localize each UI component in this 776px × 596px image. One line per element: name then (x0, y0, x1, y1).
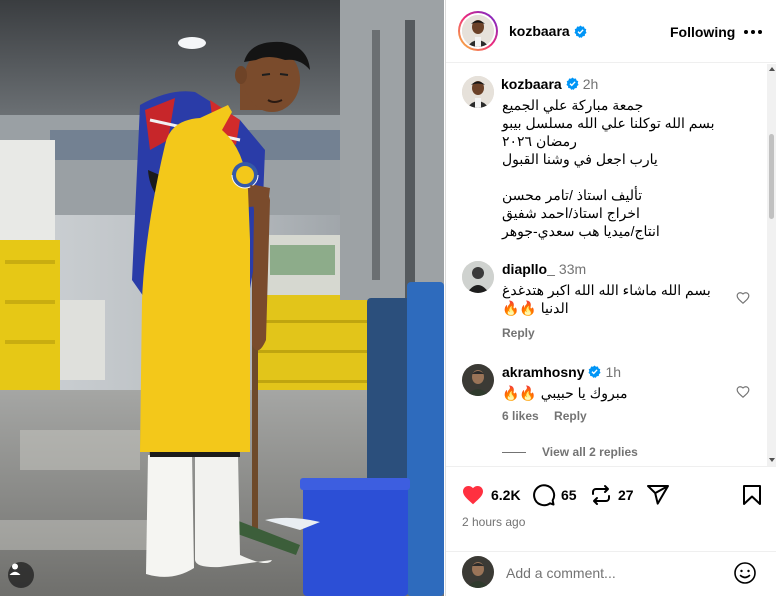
comment-actions: Reply (502, 326, 547, 340)
comment-time[interactable]: 1h (605, 364, 621, 380)
reply-button[interactable]: Reply (554, 409, 587, 423)
comment-actions: 6 likes Reply (502, 409, 599, 423)
comments-scroll-area[interactable]: kozbaara 2h جمعة مباركة علي الجميع بسم ال… (446, 64, 776, 466)
comment-time[interactable]: 33m (559, 261, 586, 277)
post-header: kozbaara Following (446, 0, 776, 63)
caption-line (502, 168, 752, 186)
comments-scrollbar[interactable] (767, 64, 776, 466)
scroll-up-arrow-icon[interactable] (769, 67, 775, 71)
reposts-count[interactable]: 27 (618, 487, 634, 503)
caption-line: تأليف استاذ /تامر محسن (502, 187, 643, 203)
comment-line: الدنيا 🔥🔥 (502, 300, 569, 316)
add-comment-input[interactable] (506, 563, 726, 583)
comment-line: بسم الله ماشاء الله الله اكبر هتدغدغ (502, 282, 711, 298)
scroll-down-arrow-icon[interactable] (769, 458, 775, 462)
caption-time[interactable]: 2h (583, 76, 599, 92)
author-username[interactable]: kozbaara (509, 23, 570, 39)
repost-icon[interactable] (589, 483, 613, 507)
caption-line: يارب اجعل في وشنا القبول (502, 151, 658, 167)
commenter-username[interactable]: akramhosny (502, 364, 584, 380)
caption-line: رمضان ٢٠٢٦ (502, 133, 577, 149)
viewer-avatar (462, 556, 494, 588)
comment-text: بسم الله ماشاء الله الله اكبر هتدغدغ الد… (502, 281, 732, 317)
post-photo-illustration (0, 0, 444, 596)
likes-count[interactable]: 6.2K (491, 487, 521, 503)
emoji-icon[interactable] (733, 561, 757, 585)
verified-icon (566, 77, 579, 90)
verified-icon (574, 24, 587, 38)
post-photo[interactable] (0, 0, 444, 596)
replies-divider (502, 451, 526, 453)
add-comment-bar (446, 551, 776, 596)
more-icon[interactable] (744, 30, 762, 34)
commenter-avatar[interactable] (462, 364, 494, 396)
comment-line: مبروك يا حبيبي 🔥🔥 (502, 385, 628, 401)
view-replies-label[interactable]: View all 2 replies (542, 445, 638, 459)
comment-text: مبروك يا حبيبي 🔥🔥 (502, 384, 732, 402)
user-tag-icon[interactable] (8, 562, 34, 588)
caption-line: انتاج/ميديا هب سعدي-جوهر (502, 223, 660, 239)
scrollbar-thumb[interactable] (769, 134, 774, 219)
caption-line: جمعة مباركة علي الجميع (502, 97, 644, 113)
comment-icon[interactable] (532, 483, 556, 507)
commenter-avatar[interactable] (462, 261, 494, 293)
caption-line: بسم الله توكلنا علي الله مسلسل بيبو (502, 115, 715, 131)
verified-icon (588, 365, 602, 378)
comments-count[interactable]: 65 (561, 487, 577, 503)
heart-icon[interactable] (461, 483, 485, 507)
bookmark-icon[interactable] (740, 483, 764, 507)
commenter-username[interactable]: diapllo_ (502, 261, 555, 277)
author-avatar-story-ring[interactable] (458, 11, 498, 51)
heart-icon[interactable] (736, 291, 750, 305)
caption-text: جمعة مباركة علي الجميع بسم الله توكلنا ع… (502, 96, 752, 240)
comment-likes-count[interactable]: 6 likes (502, 409, 539, 423)
share-icon[interactable] (646, 483, 670, 507)
heart-icon[interactable] (736, 385, 750, 399)
caption-author-avatar[interactable] (462, 76, 494, 108)
caption-line: اخراج استاذ/احمد شفيق (502, 205, 640, 221)
author-avatar (462, 15, 494, 47)
view-replies-button[interactable]: View all 2 replies (502, 445, 638, 459)
following-button[interactable]: Following (670, 24, 735, 40)
reply-button[interactable]: Reply (502, 326, 535, 340)
post-side-panel: kozbaara Following kozbaara 2h جمعة مبارك… (445, 0, 776, 596)
post-timestamp[interactable]: 2 hours ago (462, 515, 525, 529)
caption-username[interactable]: kozbaara (501, 76, 562, 92)
